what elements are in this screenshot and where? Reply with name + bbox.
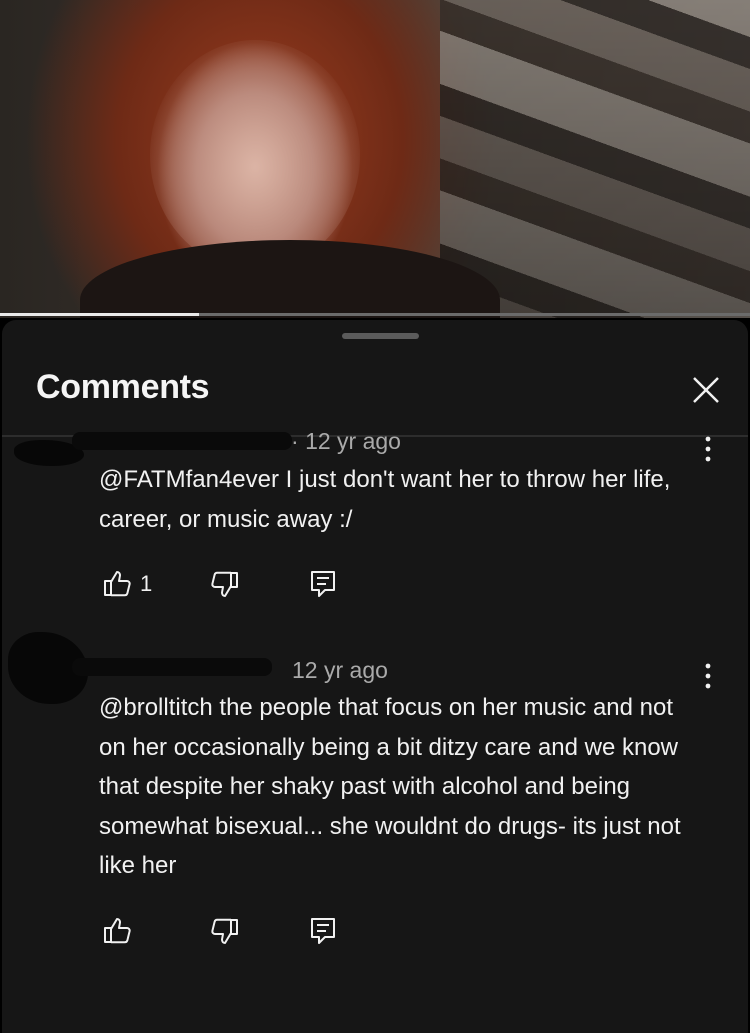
video-progress-bar[interactable] [0,313,750,316]
comment-text: @brolltitch the people that focus on her… [99,694,681,879]
comment-timestamp: · 12 yr ago [291,428,401,454]
video-subject-shoulder [80,240,500,318]
comments-title: Comments [36,368,210,406]
thumbs-up-icon[interactable] [102,915,132,945]
video-subject [150,40,360,270]
reply-icon[interactable] [309,916,337,946]
comment-text: @FATMfan4ever I just don't want her to t… [99,466,671,533]
thumbs-down-icon[interactable] [210,917,240,947]
more-vertical-icon[interactable] [702,662,714,690]
video-background-collage [440,0,750,318]
like-count: 1 [140,571,153,596]
more-vertical-icon[interactable] [702,435,714,463]
comment-timestamp: 12 yr ago [292,657,388,683]
thumbs-up-icon[interactable] [102,568,132,598]
video-player[interactable] [0,0,750,318]
comments-sheet: Comments · 12 yr ago @FATMfan4ever I jus… [2,320,748,1033]
video-progress-fill [0,313,199,316]
close-icon[interactable] [688,372,724,408]
author-name-redacted [72,658,272,676]
thumbs-down-icon[interactable] [210,570,240,600]
author-name-redacted [72,432,292,450]
reply-icon[interactable] [309,569,337,599]
drag-handle[interactable] [342,333,419,339]
